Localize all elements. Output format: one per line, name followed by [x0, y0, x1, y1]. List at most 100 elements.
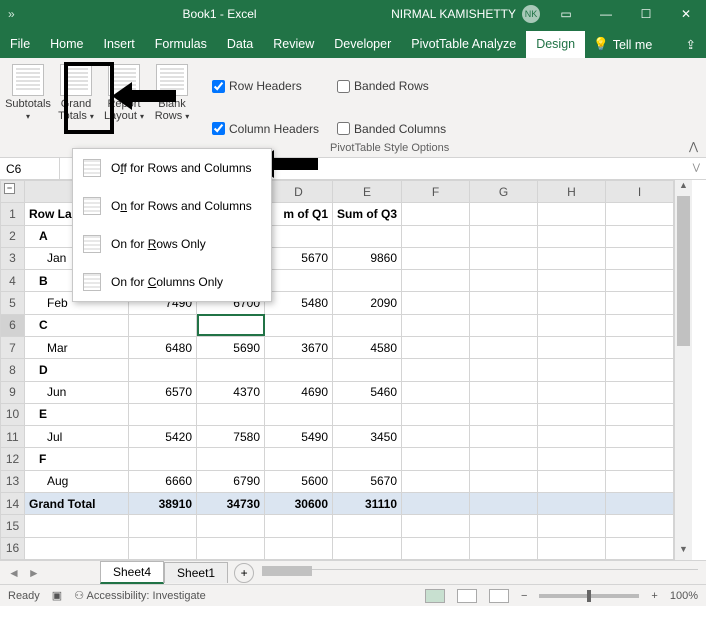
horizontal-scrollbar[interactable] [262, 569, 698, 577]
cell[interactable] [402, 203, 470, 225]
close-icon[interactable]: ✕ [666, 7, 706, 21]
cell[interactable] [402, 270, 470, 292]
cell[interactable]: − C [25, 314, 129, 336]
column-header[interactable]: I [606, 181, 674, 203]
cell[interactable] [197, 448, 265, 470]
tab-formulas[interactable]: Formulas [145, 31, 217, 58]
cell[interactable] [606, 336, 674, 358]
row-header[interactable]: 3 [1, 247, 25, 269]
cell[interactable] [25, 537, 129, 560]
cell[interactable] [606, 448, 674, 470]
cell[interactable] [129, 403, 197, 425]
row-headers-checkbox[interactable]: Row Headers [212, 68, 319, 105]
scroll-up-icon[interactable]: ▲ [675, 180, 692, 196]
cell[interactable]: 6480 [129, 336, 197, 358]
cell[interactable] [606, 203, 674, 225]
vertical-scrollbar[interactable]: ▲ ▼ [674, 180, 692, 560]
cell[interactable] [402, 448, 470, 470]
qat-expand-icon[interactable]: » [0, 7, 48, 21]
cell[interactable] [470, 314, 538, 336]
name-box[interactable]: C6 [0, 158, 60, 179]
grand-totals-button[interactable]: Grand Totals ▾ [52, 62, 100, 125]
cell[interactable]: Sum of Q3 [333, 203, 402, 225]
row-header[interactable]: 10 [1, 403, 25, 425]
cell[interactable] [470, 403, 538, 425]
cell[interactable] [538, 426, 606, 448]
minimize-icon[interactable]: ― [586, 7, 626, 21]
cell[interactable] [606, 314, 674, 336]
cell[interactable] [129, 537, 197, 560]
cell[interactable] [538, 448, 606, 470]
column-headers-checkbox[interactable]: Column Headers [212, 111, 319, 148]
report-layout-button[interactable]: Report Layout ▾ [100, 62, 148, 125]
user-area[interactable]: NIRMAL KAMISHETTY NK [391, 5, 546, 23]
cell[interactable]: 3670 [265, 336, 333, 358]
cell[interactable]: 5670 [333, 470, 402, 492]
cell[interactable] [333, 314, 402, 336]
sheet-nav-next-icon[interactable]: ► [28, 566, 40, 580]
cell[interactable] [333, 359, 402, 381]
sheet-nav[interactable]: ◄► [0, 566, 100, 580]
cell[interactable] [606, 381, 674, 403]
cell[interactable] [333, 270, 402, 292]
column-headers-input[interactable] [212, 122, 225, 135]
cell[interactable] [402, 537, 470, 560]
cell[interactable] [197, 537, 265, 560]
column-header[interactable]: H [538, 181, 606, 203]
expand-formula-bar-icon[interactable]: ⋁ [693, 162, 700, 173]
tab-developer[interactable]: Developer [324, 31, 401, 58]
cell[interactable] [538, 314, 606, 336]
cell[interactable] [538, 492, 606, 514]
cell[interactable] [265, 515, 333, 537]
banded-columns-input[interactable] [337, 122, 350, 135]
tab-pivottable-analyze[interactable]: PivotTable Analyze [401, 31, 526, 58]
cell[interactable]: 31110 [333, 492, 402, 514]
tab-file[interactable]: File [0, 31, 40, 58]
cell[interactable]: 7580 [197, 426, 265, 448]
cell[interactable] [538, 247, 606, 269]
cell[interactable] [402, 359, 470, 381]
cell[interactable] [538, 537, 606, 560]
cell[interactable]: Jul [25, 426, 129, 448]
cell[interactable] [470, 225, 538, 247]
dd-on-columns-only[interactable]: On for Columns Only [73, 263, 271, 301]
cell[interactable]: Aug [25, 470, 129, 492]
cell[interactable] [538, 403, 606, 425]
cell[interactable]: 4370 [197, 381, 265, 403]
cell[interactable] [333, 403, 402, 425]
cell[interactable] [265, 314, 333, 336]
cell[interactable]: 3450 [333, 426, 402, 448]
cell[interactable] [129, 359, 197, 381]
cell[interactable] [538, 270, 606, 292]
cell[interactable] [197, 314, 265, 336]
cell[interactable]: 5480 [265, 292, 333, 314]
cell[interactable] [470, 336, 538, 358]
row-header[interactable]: 14 [1, 492, 25, 514]
maximize-icon[interactable]: ☐ [626, 7, 666, 21]
zoom-level[interactable]: 100% [670, 590, 698, 602]
cell[interactable]: 4580 [333, 336, 402, 358]
cell[interactable] [265, 537, 333, 560]
tab-home[interactable]: Home [40, 31, 93, 58]
cell[interactable] [265, 448, 333, 470]
dd-on-rows-only[interactable]: On for Rows Only [73, 225, 271, 263]
cell[interactable] [470, 247, 538, 269]
cell[interactable] [402, 336, 470, 358]
sheet-tab-active[interactable]: Sheet4 [100, 561, 164, 584]
zoom-thumb[interactable] [587, 590, 591, 602]
new-sheet-button[interactable]: + [234, 563, 254, 583]
cell[interactable]: − F [25, 448, 129, 470]
banded-rows-input[interactable] [337, 80, 350, 93]
row-header[interactable]: 1 [1, 203, 25, 225]
cell[interactable] [606, 426, 674, 448]
cell[interactable] [129, 448, 197, 470]
sheet-nav-prev-icon[interactable]: ◄ [8, 566, 20, 580]
cell[interactable] [197, 515, 265, 537]
dd-off-rows-columns[interactable]: Off for Rows and Columns [73, 149, 271, 187]
cell[interactable]: 5690 [197, 336, 265, 358]
tab-design[interactable]: Design [526, 31, 585, 58]
row-header[interactable]: 4 [1, 270, 25, 292]
cell[interactable] [265, 403, 333, 425]
row-header[interactable]: 9 [1, 381, 25, 403]
cell[interactable] [129, 314, 197, 336]
